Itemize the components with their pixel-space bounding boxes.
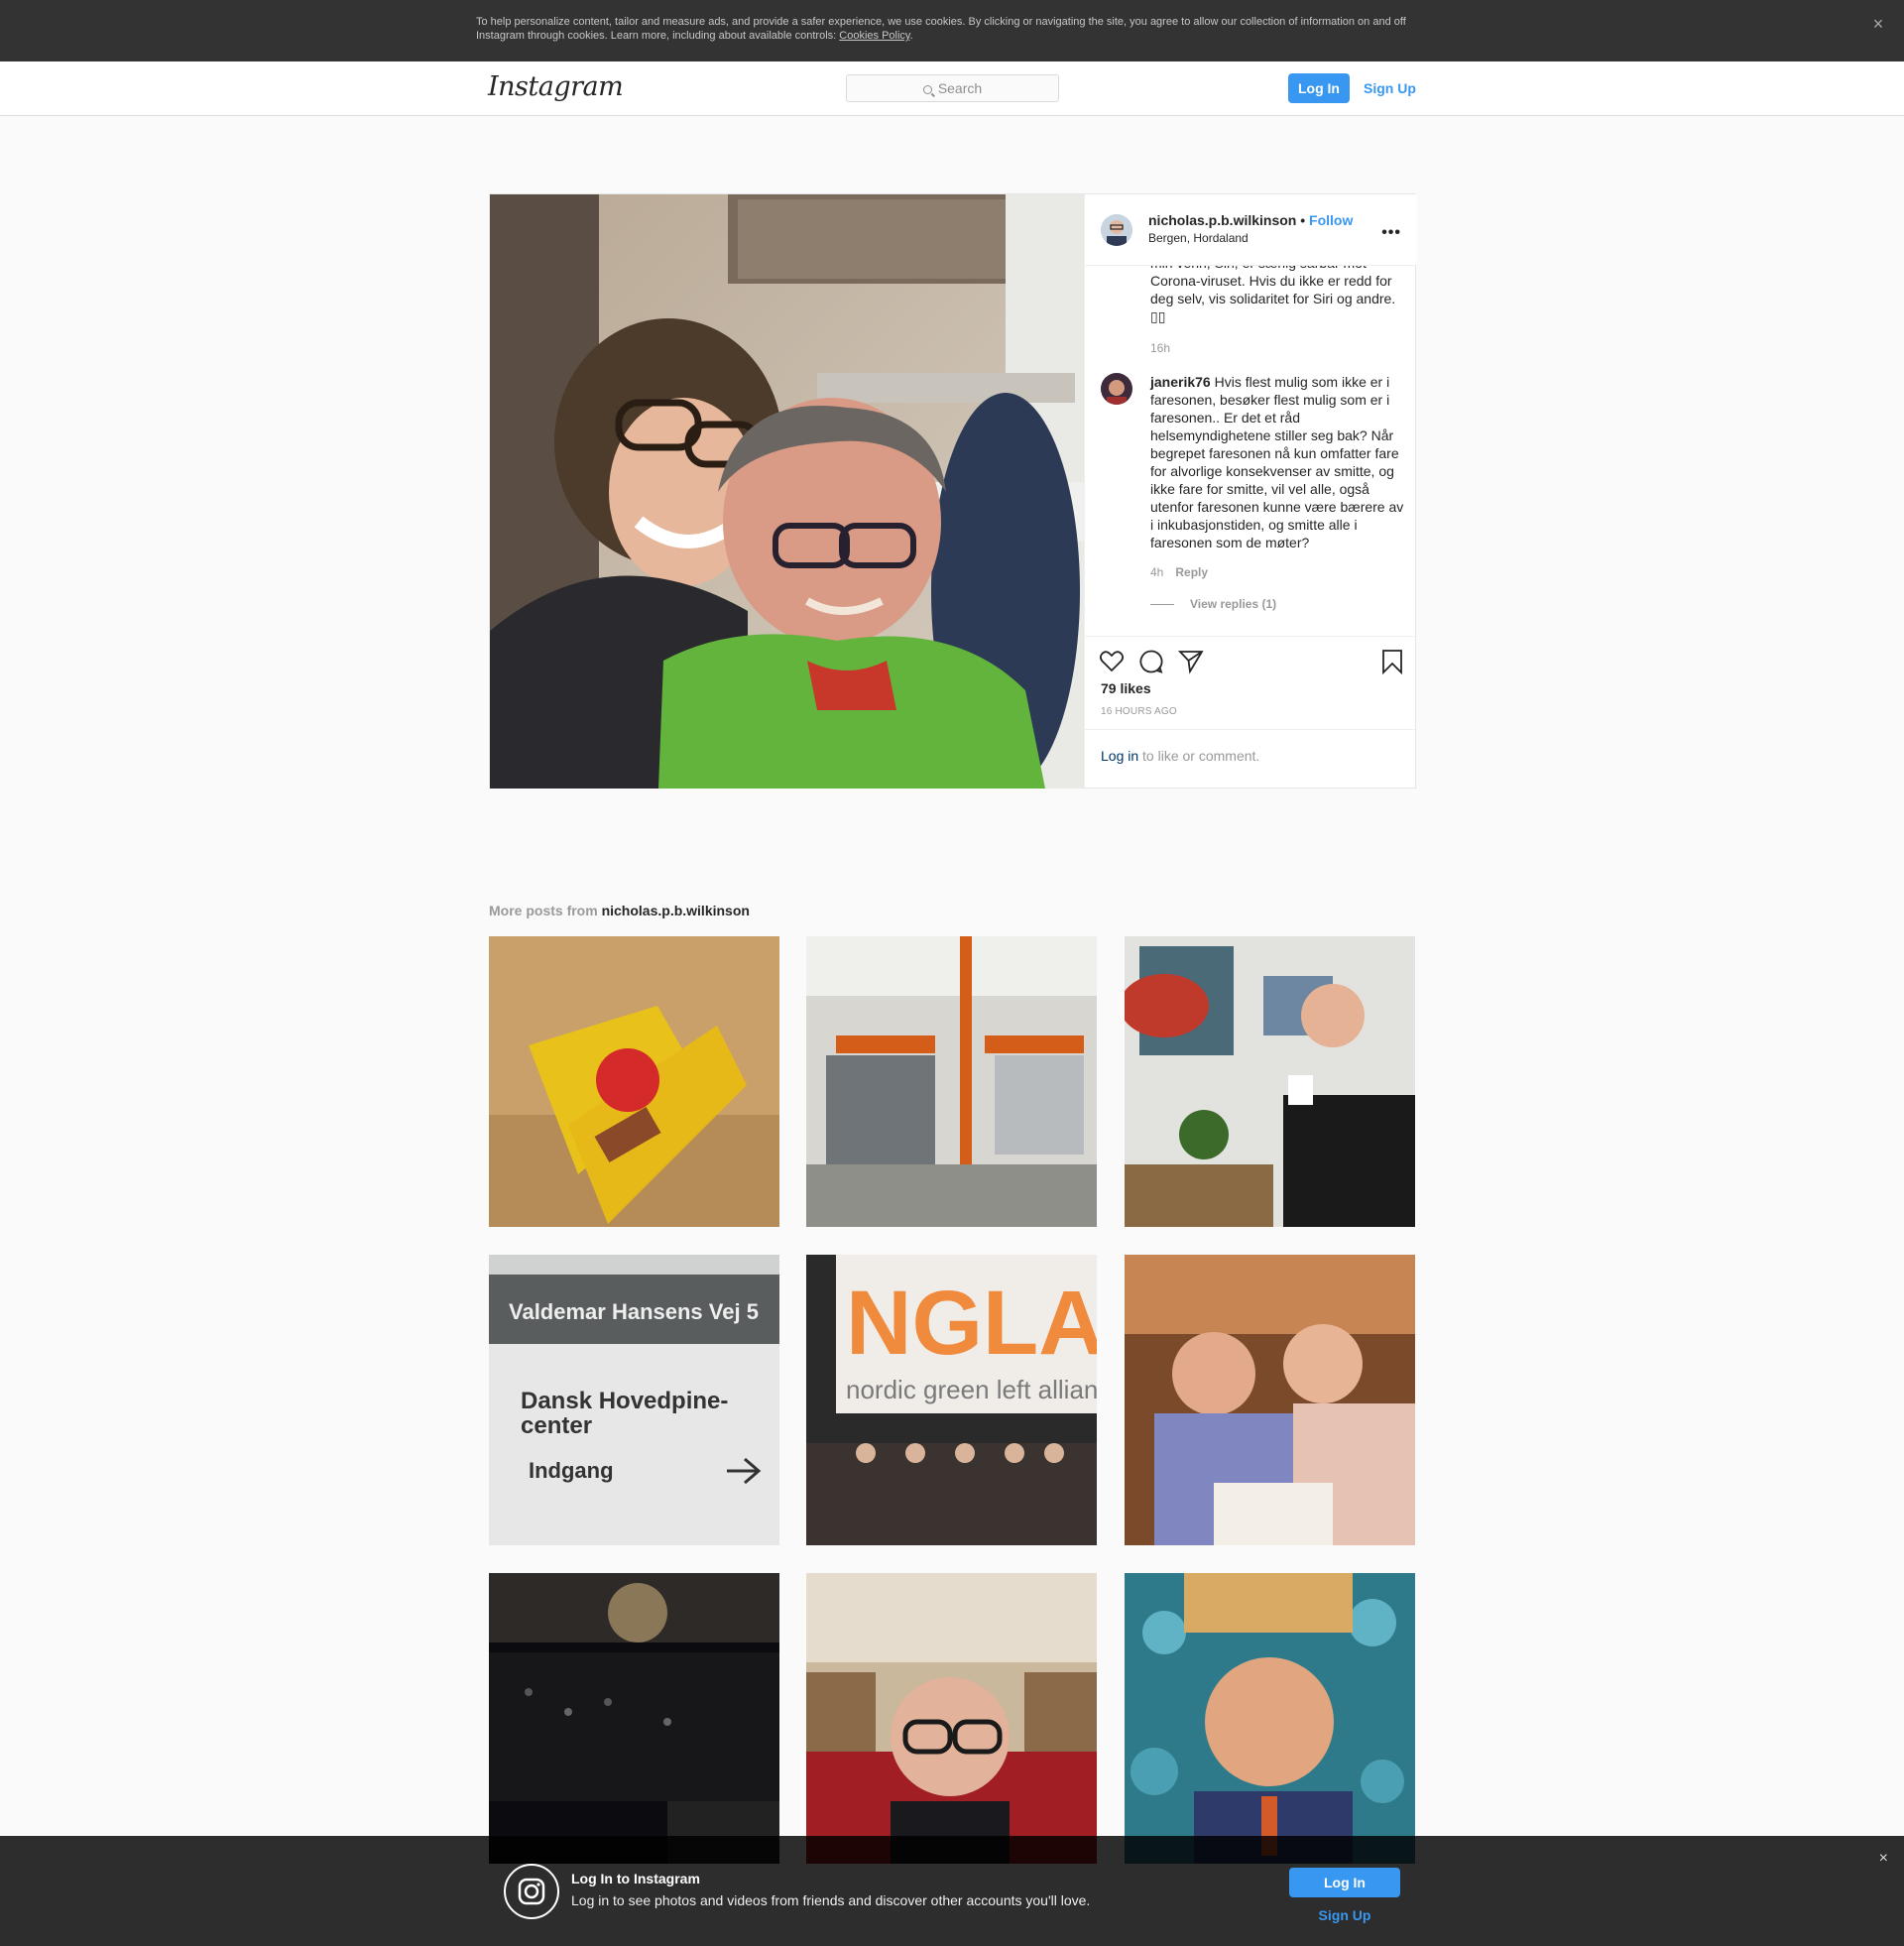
post-card: nicholas.p.b.wilkinson • Follow Bergen, … <box>489 193 1417 789</box>
close-icon[interactable]: × <box>1879 1850 1888 1868</box>
login-button[interactable]: Log In <box>1288 73 1350 103</box>
signup-link[interactable]: Sign Up <box>1364 73 1416 103</box>
login-to-comment: Log in to like or comment. <box>1085 729 1417 789</box>
top-navbar: Instagram Search Log In Sign Up <box>0 61 1904 116</box>
post-header: nicholas.p.b.wilkinson • Follow Bergen, … <box>1085 194 1417 266</box>
login-prompt-text: Log in to see photos and videos from fri… <box>571 1892 1091 1908</box>
signup-link[interactable]: Sign Up <box>1289 1907 1400 1923</box>
cookies-policy-link[interactable]: Cookies Policy <box>839 30 909 42</box>
search-input[interactable]: Search <box>846 74 1059 102</box>
post-thumbnail[interactable]: Valdemar Hansens Vej 5 Dansk Hovedpine-ce… <box>489 1255 779 1545</box>
commenter-avatar[interactable] <box>1101 373 1132 405</box>
author-username[interactable]: nicholas.p.b.wilkinson <box>1148 212 1296 228</box>
svg-text:NGLA: NGLA <box>846 1273 1097 1374</box>
caption-time: 16h <box>1150 341 1171 355</box>
login-button[interactable]: Log In <box>1289 1868 1400 1897</box>
post-sidebar: nicholas.p.b.wilkinson • Follow Bergen, … <box>1084 194 1417 788</box>
login-prompt-bar: Log In to Instagram Log in to see photos… <box>0 1836 1904 1946</box>
author-avatar[interactable] <box>1101 214 1132 246</box>
login-prompt-title: Log In to Instagram <box>571 1871 700 1886</box>
cookie-banner: To help personalize content, tailor and … <box>0 0 1904 61</box>
post-thumbnail[interactable] <box>806 1573 1097 1864</box>
cookie-text: To help personalize content, tailor and … <box>476 16 1406 42</box>
more-options-icon[interactable]: ••• <box>1381 224 1401 242</box>
instagram-logo[interactable]: Instagram <box>488 71 624 102</box>
caption-text: min venn, Siri, er særlig sårbar mot Cor… <box>1150 266 1396 324</box>
svg-text:nordic green left allian: nordic green left allian <box>846 1375 1097 1404</box>
like-count[interactable]: 79 likes <box>1101 680 1151 696</box>
reply-button[interactable]: Reply <box>1175 565 1208 579</box>
post-thumbnail[interactable] <box>489 936 779 1227</box>
svg-text:Dansk Hovedpine-: Dansk Hovedpine- <box>521 1388 728 1414</box>
heart-icon[interactable] <box>1099 649 1125 674</box>
post-thumbnail[interactable] <box>806 936 1097 1227</box>
post-thumbnail[interactable] <box>489 1573 779 1864</box>
svg-text:Indgang: Indgang <box>529 1458 614 1483</box>
bookmark-icon[interactable] <box>1379 649 1405 674</box>
comment-text: Hvis flest mulig som ikke er i faresonen… <box>1150 374 1404 550</box>
post-thumbnail[interactable] <box>1125 1573 1415 1864</box>
more-posts-title: More posts from nicholas.p.b.wilkinson <box>489 903 750 918</box>
post-image[interactable] <box>490 194 1084 789</box>
separator-dot: • <box>1296 212 1310 228</box>
comment-item: janerik76 Hvis flest mulig som ikke er i… <box>1150 373 1408 551</box>
post-location[interactable]: Bergen, Hordaland <box>1148 231 1249 245</box>
post-actions: 79 likes 16 HOURS AGO Log in to like or … <box>1085 636 1417 788</box>
post-thumbnail[interactable]: NGLA nordic green left allian <box>806 1255 1097 1545</box>
login-link[interactable]: Log in <box>1101 748 1138 764</box>
comments-list[interactable]: min venn, Siri, er særlig sårbar mot Cor… <box>1085 266 1417 636</box>
search-icon <box>922 85 932 94</box>
share-icon[interactable] <box>1178 649 1204 674</box>
svg-text:Valdemar Hansens Vej 5: Valdemar Hansens Vej 5 <box>509 1299 759 1324</box>
post-thumbnail[interactable] <box>1125 1255 1415 1545</box>
instagram-camera-icon <box>504 1864 559 1919</box>
comment-username[interactable]: janerik76 <box>1150 374 1211 390</box>
divider-line <box>1150 604 1174 606</box>
more-posts-username[interactable]: nicholas.p.b.wilkinson <box>602 903 750 918</box>
post-timestamp[interactable]: 16 HOURS AGO <box>1101 706 1177 717</box>
view-replies-button[interactable]: View replies (1) <box>1150 597 1276 611</box>
comment-time: 4h <box>1150 565 1164 579</box>
follow-button[interactable]: Follow <box>1309 212 1353 228</box>
post-thumbnail[interactable] <box>1125 936 1415 1227</box>
close-icon[interactable]: × <box>1868 14 1888 34</box>
svg-text:center: center <box>521 1412 592 1439</box>
comment-icon[interactable] <box>1138 649 1164 674</box>
